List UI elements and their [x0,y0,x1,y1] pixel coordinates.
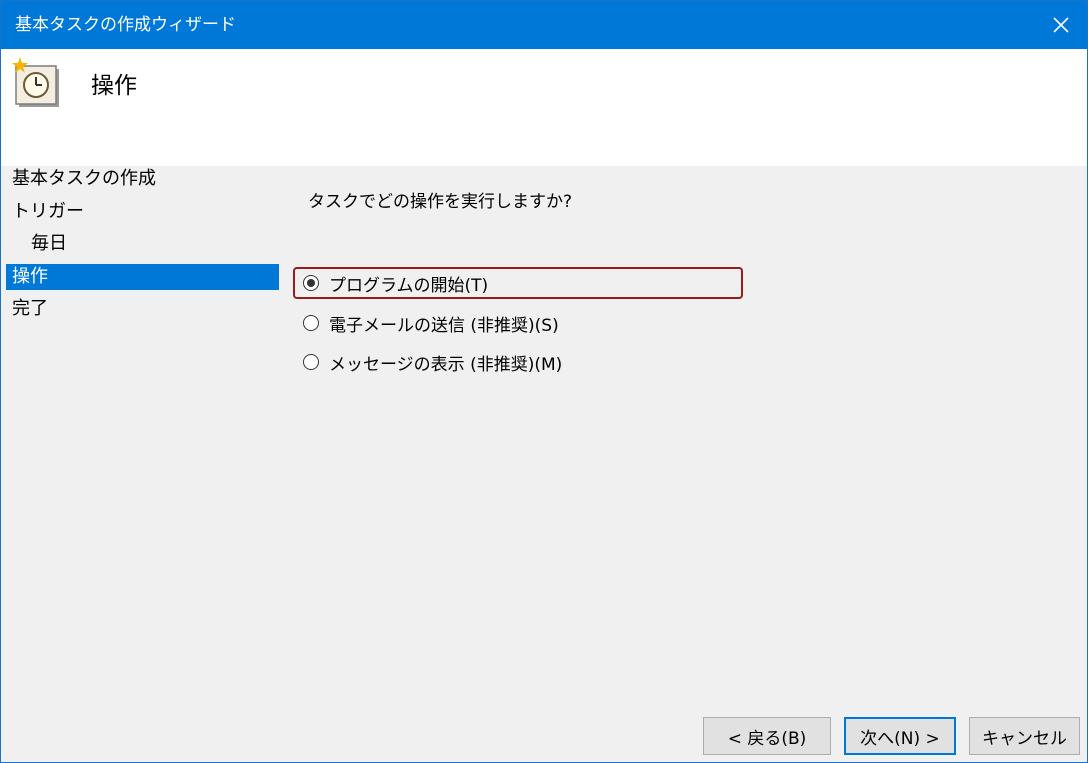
radio-display-message[interactable]: メッセージの表示 (非推奨)(M) [303,349,562,375]
question-label: タスクでどの操作を実行しますか? [308,192,573,212]
radio-label: プログラムの開始(T) [329,275,489,296]
clock-icon [12,57,59,107]
window-title: 基本タスクの作成ウィザード [15,15,236,35]
next-button[interactable]: 次へ(N) > [844,717,956,755]
step-item-create-basic-task: 基本タスクの作成 [12,168,156,189]
radio-label: メッセージの表示 (非推奨)(M) [329,354,563,375]
radio-button[interactable] [303,275,319,291]
action-panel: タスクでどの操作を実行しますか? プログラムの開始(T) 電子メールの送信 (非… [291,166,1071,706]
radio-send-email[interactable]: 電子メールの送信 (非推奨)(S) [303,310,559,336]
step-item-daily: 毎日 [31,233,67,254]
wizard-header: 操作 [1,49,1087,166]
wizard-step-list: 基本タスクの作成 トリガー 毎日 操作 完了 [6,166,279,329]
title-bar: 基本タスクの作成ウィザード [1,1,1087,49]
page-title: 操作 [91,73,137,99]
radio-button[interactable] [303,315,319,331]
radio-button[interactable] [303,354,319,370]
close-button[interactable] [1035,1,1087,49]
wizard-window: 基本タスクの作成ウィザード 操作 基本タスクの作成 トリガー 毎日 操作 完了 … [0,0,1088,763]
step-item-trigger: トリガー [12,200,84,222]
close-icon [1053,17,1069,33]
step-item-finish: 完了 [12,298,48,319]
back-button[interactable]: < 戻る(B) [703,717,831,755]
radio-selected-dot [307,279,315,287]
radio-start-program[interactable]: プログラムの開始(T) [303,270,488,296]
cancel-button[interactable]: キャンセル [969,717,1080,755]
radio-label: 電子メールの送信 (非推奨)(S) [329,315,559,336]
step-item-action: 操作 [6,263,279,290]
